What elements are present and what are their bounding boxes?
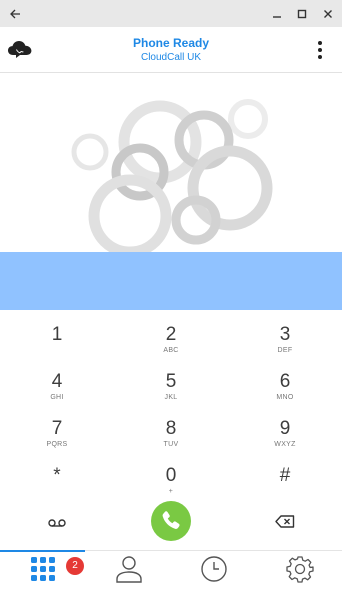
key-digit: # [279,465,291,486]
contacts-icon [115,554,143,589]
key-1[interactable]: 1 [0,312,114,359]
key-digit: 0 [165,465,177,486]
key-5[interactable]: 5 JKL [114,359,228,406]
key-letters: ABC [163,347,179,354]
window-titlebar [0,0,342,27]
backspace-button[interactable] [228,500,342,547]
settings-icon [285,555,314,588]
decorative-rings-graphic [0,74,342,252]
clock-icon [200,555,228,588]
key-letters: PQRS [46,441,68,448]
key-digit: * [53,465,61,486]
key-8[interactable]: 8 TUV [114,406,228,453]
key-9[interactable]: 9 WXYZ [228,406,342,453]
key-letters: JKL [164,394,178,401]
key-letters: MNO [276,394,294,401]
tab-settings[interactable] [257,551,342,591]
key-star[interactable]: * [0,453,114,500]
bottom-tab-bar: 2 [0,550,342,591]
key-letters: + [168,488,174,495]
phone-number-input[interactable] [0,252,342,310]
key-letters: TUV [163,441,179,448]
maximize-icon[interactable] [289,0,315,27]
tab-dialpad[interactable]: 2 [0,550,85,591]
minimize-icon[interactable] [264,0,290,27]
backspace-icon [275,514,295,533]
phone-call-icon [150,500,192,547]
app-header: Phone Ready CloudCall UK [0,27,342,73]
key-letters: DEF [277,347,293,354]
close-icon[interactable] [315,0,341,27]
back-arrow-icon[interactable] [2,0,28,27]
key-digit: 3 [279,324,291,345]
key-digit: 6 [279,371,291,392]
key-digit: 5 [165,371,177,392]
tab-contacts[interactable] [86,551,171,591]
key-2[interactable]: 2 ABC [114,312,228,359]
key-6[interactable]: 6 MNO [228,359,342,406]
key-digit: 9 [279,418,291,439]
dialpad: 1 2 ABC 3 DEF 4 GHI 5 JKL 6 MNO 7 PQRS 8… [0,312,342,547]
key-digit: 7 [51,418,63,439]
tab-history[interactable] [171,551,256,591]
key-digit: 2 [165,324,177,345]
key-3[interactable]: 3 DEF [228,312,342,359]
key-hash[interactable]: # [228,453,342,500]
dialpad-icon [29,555,57,588]
more-vertical-icon[interactable] [312,40,328,60]
call-button[interactable] [114,500,228,547]
phone-status: Phone Ready [132,36,210,50]
key-letters: GHI [50,394,64,401]
voicemail-icon [48,515,66,533]
dialpad-badge: 2 [66,557,84,575]
voicemail-button[interactable] [0,500,114,547]
key-digit: 8 [165,418,177,439]
key-letters: WXYZ [274,441,296,448]
key-7[interactable]: 7 PQRS [0,406,114,453]
key-0[interactable]: 0 + [114,453,228,500]
account-name: CloudCall UK [140,52,202,63]
key-digit: 4 [51,371,63,392]
key-digit: 1 [51,324,63,345]
key-4[interactable]: 4 GHI [0,359,114,406]
